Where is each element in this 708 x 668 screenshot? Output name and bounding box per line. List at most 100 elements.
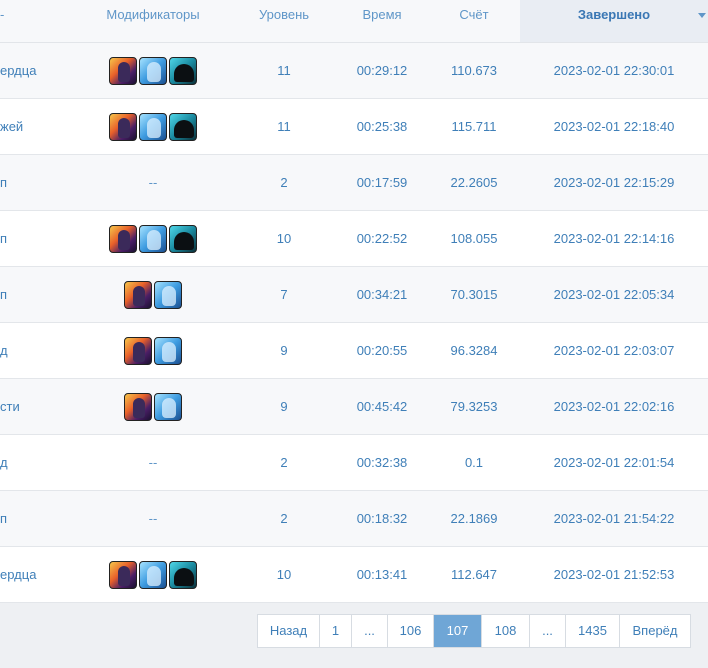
- modifiers-cell: [78, 323, 228, 378]
- time-cell: 00:18:32: [356, 511, 408, 526]
- ice-modifier-icon[interactable]: [154, 392, 182, 421]
- ice-modifier-icon[interactable]: [139, 224, 167, 253]
- fire-modifier-icon[interactable]: [109, 56, 137, 85]
- score-cell: 22.2605: [450, 175, 498, 190]
- time-cell: 00:34:21: [356, 287, 408, 302]
- level-cell: 10: [276, 231, 292, 246]
- prev-page-button[interactable]: Назад: [258, 615, 320, 647]
- page-button[interactable]: 1: [320, 615, 352, 647]
- run-name-link[interactable]: д: [0, 323, 80, 378]
- score-cell: 0.1: [464, 455, 484, 470]
- completed-cell: 2023-02-01 21:54:22: [553, 511, 675, 526]
- fire-modifier-icon[interactable]: [124, 392, 152, 421]
- table-row[interactable]: ердца 11 00:29:12 110.673 2023-02-01 22:30:0…: [0, 43, 708, 99]
- shadow-modifier-icon[interactable]: [169, 224, 197, 253]
- shadow-modifier-icon[interactable]: [169, 560, 197, 589]
- time-cell: 00:17:59: [356, 175, 408, 190]
- cut-column-header[interactable]: -: [0, 0, 4, 29]
- page-button[interactable]: 108: [482, 615, 530, 647]
- table-row[interactable]: д -- 2 00:32:38 0.1 2023-02-01 22:01:54: [0, 435, 708, 491]
- modifiers-cell: [78, 43, 228, 98]
- ice-modifier-icon[interactable]: [154, 336, 182, 365]
- completed-cell: 2023-02-01 22:14:16: [553, 231, 675, 246]
- run-name-link[interactable]: сти: [0, 379, 80, 434]
- fire-modifier-icon[interactable]: [109, 224, 137, 253]
- run-name-link[interactable]: ердца: [0, 43, 80, 98]
- ice-modifier-icon[interactable]: [139, 56, 167, 85]
- table-row[interactable]: п 10 00:22:52 108.055 2023-02-01 22:14:16: [0, 211, 708, 267]
- table-row[interactable]: п -- 2 00:17:59 22.2605 2023-02-01 22:15:29: [0, 155, 708, 211]
- table-row[interactable]: сти 9 00:45:42 79.3253 2023-02-01 22:02:16: [0, 379, 708, 435]
- header-modifiers[interactable]: Модификаторы: [78, 0, 228, 42]
- current-page-button[interactable]: 107: [434, 615, 482, 647]
- score-cell: 70.3015: [450, 287, 498, 302]
- completed-cell: 2023-02-01 21:52:53: [553, 567, 675, 582]
- shadow-modifier-icon[interactable]: [169, 112, 197, 141]
- level-cell: 2: [280, 511, 288, 526]
- run-name-link[interactable]: д: [0, 435, 80, 490]
- modifiers-cell: --: [78, 435, 228, 490]
- header-level[interactable]: Уровень: [234, 0, 334, 42]
- table-body: ердца 11 00:29:12 110.673 2023-02-01 22:30:0…: [0, 43, 708, 603]
- fire-modifier-icon[interactable]: [109, 112, 137, 141]
- completed-cell: 2023-02-01 22:01:54: [553, 455, 675, 470]
- level-cell: 2: [280, 455, 288, 470]
- table-row[interactable]: ердца 10 00:13:41 112.647 2023-02-01 21:52:5…: [0, 547, 708, 603]
- run-name-link[interactable]: п: [0, 267, 80, 322]
- results-table: - Модификаторы Уровень Время Счёт Заверш…: [0, 0, 708, 603]
- score-cell: 108.055: [450, 231, 498, 246]
- score-cell: 110.673: [450, 63, 498, 78]
- page-button[interactable]: 1435: [566, 615, 620, 647]
- run-name-link[interactable]: жей: [0, 99, 80, 154]
- completed-cell: 2023-02-01 22:05:34: [553, 287, 675, 302]
- ice-modifier-icon[interactable]: [139, 560, 167, 589]
- table-row[interactable]: п -- 2 00:18:32 22.1869 2023-02-01 21:54:22: [0, 491, 708, 547]
- level-cell: 11: [277, 119, 291, 134]
- table-row[interactable]: п 7 00:34:21 70.3015 2023-02-01 22:05:34: [0, 267, 708, 323]
- modifiers-cell: --: [78, 491, 228, 546]
- no-modifiers-text: --: [148, 511, 158, 526]
- run-name-link[interactable]: п: [0, 155, 80, 210]
- page-ellipsis: ...: [352, 615, 388, 647]
- score-cell: 96.3284: [450, 343, 498, 358]
- time-cell: 00:45:42: [356, 399, 408, 414]
- score-cell: 79.3253: [450, 399, 498, 414]
- fire-modifier-icon[interactable]: [124, 336, 152, 365]
- modifiers-cell: [78, 211, 228, 266]
- level-cell: 10: [276, 567, 292, 582]
- completed-cell: 2023-02-01 22:18:40: [553, 119, 675, 134]
- header-completed[interactable]: Завершено: [520, 0, 708, 42]
- completed-cell: 2023-02-01 22:02:16: [553, 399, 675, 414]
- modifiers-cell: [78, 547, 228, 602]
- modifiers-cell: [78, 267, 228, 322]
- run-name-link[interactable]: п: [0, 211, 80, 266]
- time-cell: 00:32:38: [356, 455, 408, 470]
- completed-cell: 2023-02-01 22:03:07: [553, 343, 675, 358]
- time-cell: 00:13:41: [356, 567, 408, 582]
- time-cell: 00:22:52: [356, 231, 408, 246]
- run-name-link[interactable]: п: [0, 491, 80, 546]
- score-cell: 112.647: [450, 567, 498, 582]
- sort-desc-icon: [698, 13, 706, 18]
- run-name-link[interactable]: ердца: [0, 547, 80, 602]
- level-cell: 7: [280, 287, 288, 302]
- page-ellipsis: ...: [530, 615, 566, 647]
- no-modifiers-text: --: [148, 175, 158, 190]
- shadow-modifier-icon[interactable]: [169, 56, 197, 85]
- level-cell: 9: [280, 399, 288, 414]
- page-button[interactable]: 106: [388, 615, 434, 647]
- ice-modifier-icon[interactable]: [154, 280, 182, 309]
- table-row[interactable]: жей 11 00:25:38 115.711 2023-02-01 22:18:40: [0, 99, 708, 155]
- header-score[interactable]: Счёт: [428, 0, 520, 42]
- score-cell: 22.1869: [450, 511, 498, 526]
- table-row[interactable]: д 9 00:20:55 96.3284 2023-02-01 22:03:07: [0, 323, 708, 379]
- next-page-button[interactable]: Вперёд: [620, 615, 690, 647]
- modifiers-cell: [78, 379, 228, 434]
- score-cell: 115.711: [451, 119, 497, 134]
- fire-modifier-icon[interactable]: [109, 560, 137, 589]
- header-time[interactable]: Время: [334, 0, 430, 42]
- fire-modifier-icon[interactable]: [124, 280, 152, 309]
- level-cell: 11: [277, 63, 291, 78]
- ice-modifier-icon[interactable]: [139, 112, 167, 141]
- time-cell: 00:25:38: [356, 119, 408, 134]
